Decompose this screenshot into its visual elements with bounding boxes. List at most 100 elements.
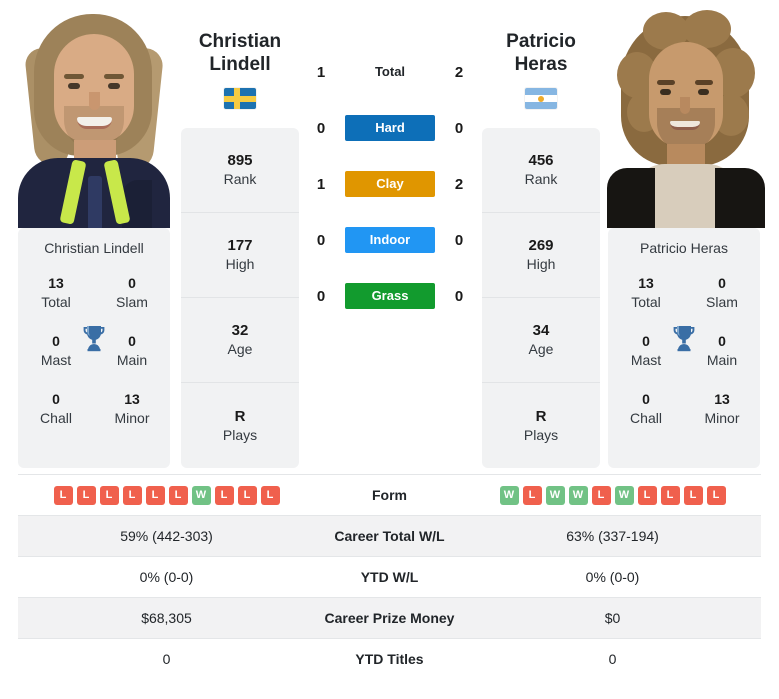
row-label-ytd-wl: YTD W/L: [360, 569, 419, 585]
titles-chall-label-left: Chall: [40, 410, 72, 426]
prize-money-right: $0: [604, 610, 621, 626]
titles-chall-value-left: 0: [52, 391, 60, 407]
table-row-career-wl: 59% (442-303) Career Total W/L 63% (337-…: [18, 515, 761, 557]
h2h-clay-left: 1: [316, 175, 326, 193]
player-right-titles-card: Patricio Heras 13 Total 0 Slam 0 Mast 0 …: [608, 228, 760, 468]
form-cell-left: LLLLLLWLLL: [18, 475, 315, 516]
titles-mast-label-left: Mast: [40, 352, 72, 368]
form-badge[interactable]: L: [237, 485, 257, 505]
titles-main-label-left: Main: [116, 352, 148, 368]
titles-slam-label-left: Slam: [116, 294, 148, 310]
titles-slam-value-left: 0: [128, 275, 136, 291]
form-badge[interactable]: L: [76, 485, 96, 505]
form-badge[interactable]: W: [499, 485, 519, 505]
career-wl-left: 59% (442-303): [120, 528, 213, 544]
player-right-header: Patricio Heras: [466, 30, 616, 109]
form-badge[interactable]: L: [145, 485, 165, 505]
titles-minor-right: 13 Minor: [684, 390, 760, 428]
titles-chall-value-right: 0: [642, 391, 650, 407]
stat-rank-value-right: 456: [528, 152, 554, 169]
h2h-total-label: Total: [374, 64, 406, 79]
ytd-titles-right: 0: [608, 651, 617, 668]
stat-plays-label-right: Plays: [523, 426, 559, 443]
titles-slam-label-right: Slam: [706, 294, 738, 310]
form-badge[interactable]: L: [122, 485, 142, 505]
trophy-icon: [673, 326, 695, 352]
player-right-name[interactable]: Patricio Heras: [466, 30, 616, 76]
row-label-career-wl: Career Total W/L: [334, 528, 445, 544]
stat-high-right: 269 High: [482, 213, 600, 298]
form-strip-right: WLWWLWLLLL: [464, 485, 761, 505]
form-badge[interactable]: L: [683, 485, 703, 505]
titles-total-right: 13 Total: [608, 274, 684, 312]
form-badge[interactable]: L: [53, 485, 73, 505]
form-badge[interactable]: W: [191, 485, 211, 505]
form-cell-right: WLWWLWLLLL: [464, 475, 761, 516]
photo-frame-left: [10, 0, 178, 228]
ytd-wl-left: 0% (0-0): [139, 569, 194, 585]
stat-age-label-left: Age: [227, 341, 253, 357]
stat-rank-right: 456 Rank: [482, 128, 600, 213]
player-left-name[interactable]: Christian Lindell: [165, 30, 315, 76]
h2h-indoor-left: 0: [316, 231, 326, 249]
titles-card-name-right: Patricio Heras: [640, 240, 728, 256]
titles-total-label-right: Total: [631, 294, 661, 310]
form-badge[interactable]: W: [545, 485, 565, 505]
surface-badge-clay[interactable]: Clay: [345, 171, 435, 197]
form-badge[interactable]: L: [591, 485, 611, 505]
form-badge[interactable]: L: [214, 485, 234, 505]
argentina-flag-icon: [525, 88, 557, 109]
player-left-lastname: Lindell: [209, 54, 271, 75]
surface-badge-grass[interactable]: Grass: [345, 283, 435, 309]
titles-minor-value-right: 13: [714, 391, 730, 407]
h2h-clay-right: 2: [454, 175, 464, 193]
surface-badge-hard[interactable]: Hard: [345, 115, 435, 141]
form-badge[interactable]: L: [168, 485, 188, 505]
stat-high-label-right: High: [526, 256, 556, 272]
titles-chall-left: 0 Chall: [18, 390, 94, 428]
ytd-wl-right: 0% (0-0): [585, 569, 640, 585]
form-badge[interactable]: L: [260, 485, 280, 505]
form-badge[interactable]: L: [522, 485, 542, 505]
h2h-row-grass: 0 Grass 0: [310, 282, 470, 310]
trophy-icon: [83, 326, 105, 352]
form-badge[interactable]: W: [614, 485, 634, 505]
form-badge[interactable]: W: [568, 485, 588, 505]
titles-total-left: 13 Total: [18, 274, 94, 312]
titles-minor-value-left: 13: [124, 391, 140, 407]
stat-high-value-right: 269: [528, 237, 554, 254]
stat-age-label-right: Age: [528, 341, 554, 357]
table-row-ytd-wl: 0% (0-0) YTD W/L 0% (0-0): [18, 556, 761, 598]
stat-plays-value-right: R: [535, 407, 547, 425]
h2h-total-left: 1: [316, 63, 326, 81]
stat-rank-label-left: Rank: [223, 171, 257, 187]
titles-slam-right: 0 Slam: [684, 274, 760, 312]
head-to-head-column: 1 Total 2 0 Hard 0 1 Clay 2 0 Indoor 0 0: [310, 58, 470, 310]
titles-total-label-left: Total: [41, 294, 71, 310]
form-badge[interactable]: L: [706, 485, 726, 505]
player-left-titles-card: Christian Lindell 13 Total 0 Slam 0 Mast…: [18, 228, 170, 468]
titles-grid-right: 13 Total 0 Slam 0 Mast 0 Main 0 Chall 13…: [608, 274, 760, 428]
row-label-form: Form: [372, 487, 407, 503]
titles-chall-right: 0 Chall: [608, 390, 684, 428]
player-comparison-page: Christian Lindell Patricio Heras 1 Total…: [0, 0, 779, 699]
stat-high-label-left: High: [225, 256, 255, 272]
career-wl-right: 63% (337-194): [566, 528, 659, 544]
player-left-stat-card: 895 Rank 177 High 32 Age R Plays: [181, 128, 299, 468]
form-badge[interactable]: L: [99, 485, 119, 505]
titles-minor-label-right: Minor: [704, 410, 740, 426]
titles-total-value-right: 13: [638, 275, 654, 291]
titles-card-name-left: Christian Lindell: [44, 240, 144, 256]
ytd-titles-left: 0: [162, 651, 171, 668]
row-label-prize-money: Career Prize Money: [324, 610, 455, 626]
surface-badge-indoor[interactable]: Indoor: [345, 227, 435, 253]
table-row-ytd-titles: 0 YTD Titles 0: [18, 638, 761, 680]
player-right-lastname: Heras: [514, 54, 568, 75]
form-badge[interactable]: L: [637, 485, 657, 505]
form-badge[interactable]: L: [660, 485, 680, 505]
form-strip-left: LLLLLLWLLL: [18, 485, 315, 505]
stat-high-value-left: 177: [227, 237, 253, 254]
row-label-ytd-titles: YTD Titles: [355, 651, 424, 668]
h2h-hard-right: 0: [454, 119, 464, 137]
titles-grid-left: 13 Total 0 Slam 0 Mast 0 Main 0 Chall 13…: [18, 274, 170, 428]
